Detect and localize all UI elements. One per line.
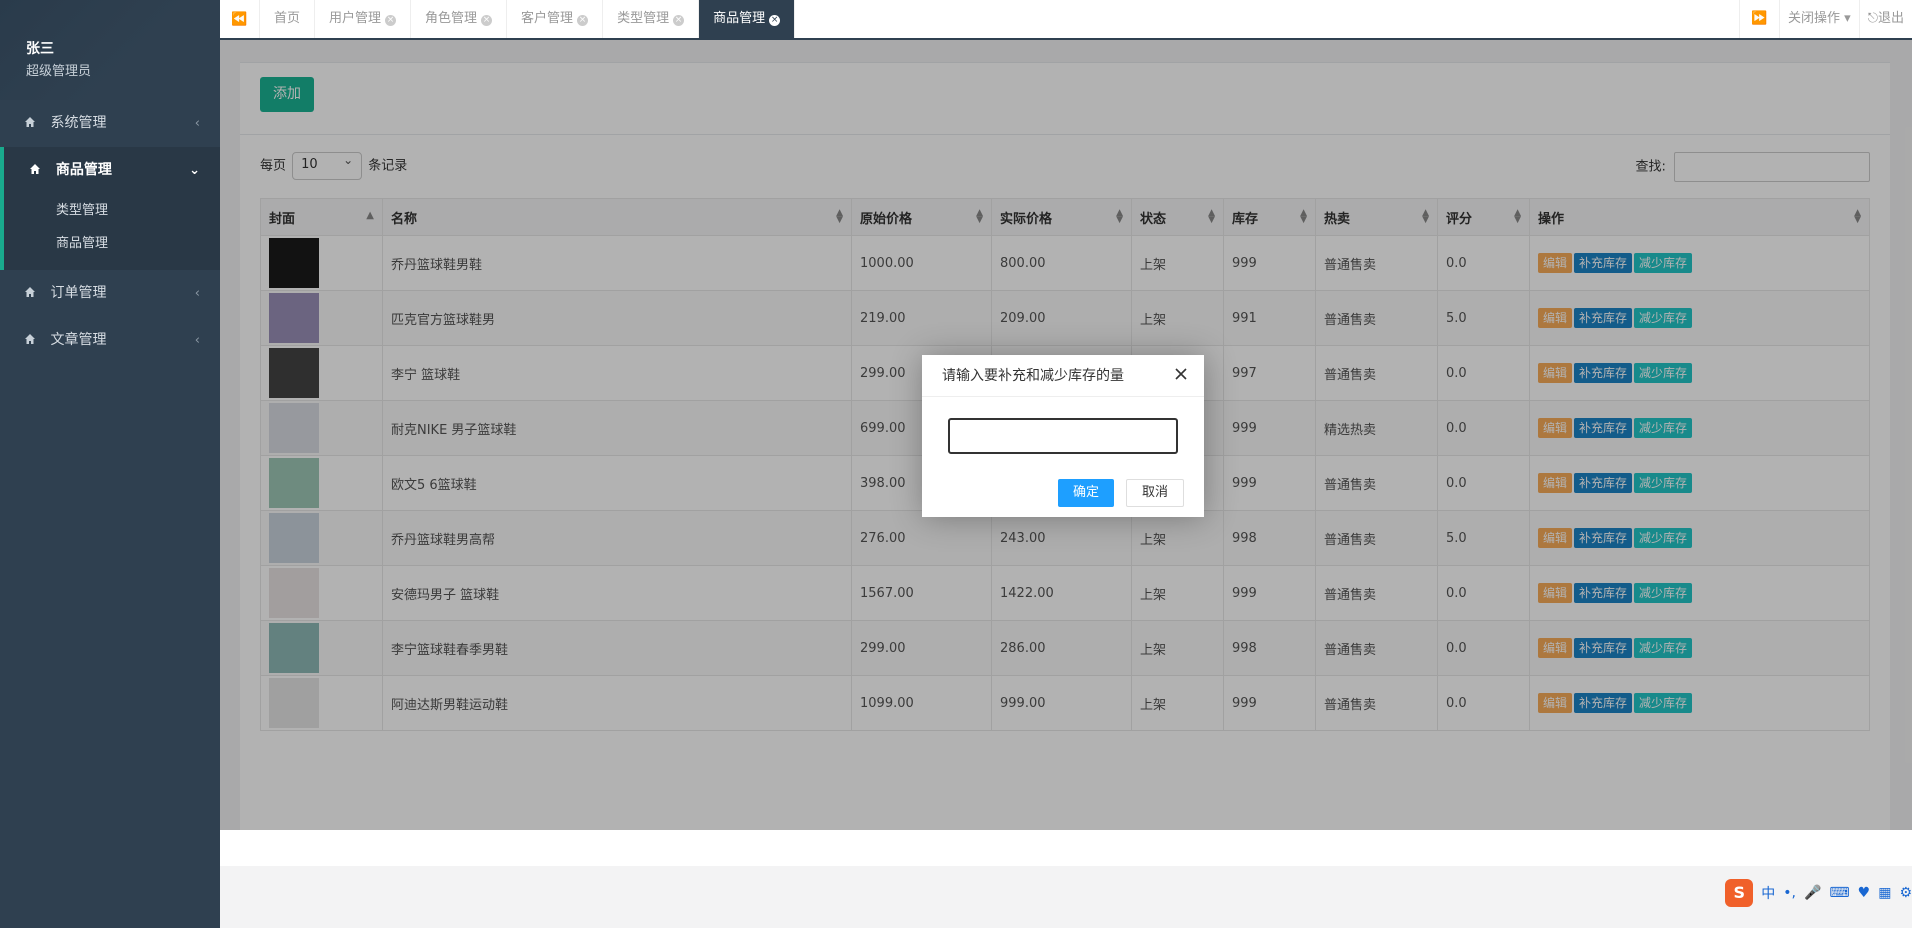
user-name: 张三: [26, 41, 54, 57]
sidebar-menu: 系统管理 ‹ 商品管理 ⌄ 类型管理 商品管理 订单管理 ‹ 文章管理 ‹: [0, 100, 220, 364]
sidebar-item-goods[interactable]: 商品管理 ⌄: [4, 147, 220, 194]
sidebar-subitem-goods[interactable]: 商品管理: [4, 227, 220, 260]
home-icon: [25, 334, 35, 344]
tab-type[interactable]: 类型管理 ×: [603, 0, 700, 38]
sidebar-item-label: 文章管理: [50, 332, 107, 348]
sidebar-group-article: 文章管理 ‹: [0, 317, 220, 364]
keyboard-icon[interactable]: ⌨: [1829, 885, 1849, 901]
sidebar-item-label: 商品管理: [55, 162, 112, 178]
sidebar-group-goods: 商品管理 ⌄ 类型管理 商品管理: [0, 147, 220, 270]
skin-icon[interactable]: ♥: [1858, 885, 1871, 901]
tab-role[interactable]: 角色管理 ×: [411, 0, 508, 38]
sidebar: 张三 超级管理员 系统管理 ‹ 商品管理 ⌄ 类型管理 商品管理 订单管理 ‹ …: [0, 0, 220, 928]
tab-label: 用户管理: [329, 11, 382, 26]
close-operations-label: 关闭操作: [1788, 11, 1841, 26]
chevron-down-icon: ⌄: [189, 163, 200, 178]
tab-scroll-left-button[interactable]: ⏪: [220, 0, 260, 38]
dialog-title: 请输入要补充和减少库存的量: [922, 355, 1204, 397]
logout-label: 退出: [1877, 11, 1904, 26]
stock-dialog: 请输入要补充和减少库存的量 确定 取消: [922, 355, 1204, 517]
tab-user[interactable]: 用户管理 ×: [315, 0, 412, 38]
user-role: 超级管理员: [26, 64, 92, 79]
chevron-left-icon: ‹: [194, 116, 200, 131]
toolbox-icon[interactable]: ▦: [1878, 885, 1891, 901]
stock-quantity-input[interactable]: [948, 418, 1178, 454]
tab-label: 商品管理: [713, 11, 766, 26]
tab-scroll-right-button[interactable]: ⏩: [1739, 0, 1779, 38]
home-icon: [25, 287, 35, 297]
ime-toolbar: S 中 •, 🎤 ⌨ ♥ ▦ ⚙: [1719, 876, 1912, 910]
close-icon[interactable]: [1174, 367, 1188, 381]
close-icon[interactable]: ×: [673, 15, 685, 26]
caret-down-icon: ▾: [1844, 11, 1851, 26]
sidebar-item-label: 系统管理: [50, 115, 107, 131]
user-profile[interactable]: 张三 超级管理员: [0, 0, 220, 100]
tab-label: 客户管理: [521, 11, 574, 26]
close-icon[interactable]: ×: [385, 15, 397, 26]
tab-label: 类型管理: [617, 11, 670, 26]
sidebar-item-label: 订单管理: [50, 285, 107, 301]
close-icon[interactable]: ×: [769, 15, 781, 26]
tab-label: 角色管理: [425, 11, 478, 26]
tab-label: 首页: [274, 11, 301, 26]
footer-strip: [220, 830, 1912, 866]
double-chevron-right-icon: ⏩: [1751, 11, 1768, 26]
double-chevron-left-icon: ⏪: [231, 11, 248, 27]
tab-customer[interactable]: 客户管理 ×: [507, 0, 604, 38]
microphone-icon[interactable]: 🎤: [1804, 885, 1821, 901]
logout-button[interactable]: ⎋退出: [1858, 0, 1912, 38]
close-operations-dropdown[interactable]: 关闭操作 ▾: [1779, 0, 1859, 38]
chevron-left-icon: ‹: [194, 333, 200, 348]
sidebar-subitem-type[interactable]: 类型管理: [4, 194, 220, 227]
sogou-logo-icon[interactable]: S: [1725, 879, 1754, 907]
chevron-left-icon: ‹: [194, 286, 200, 301]
sidebar-item-system[interactable]: 系统管理 ‹: [0, 100, 220, 147]
more-icon[interactable]: ⚙: [1899, 885, 1912, 901]
tab-right-controls: ⏩ 关闭操作 ▾ ⎋退出: [1739, 0, 1912, 38]
sidebar-item-article[interactable]: 文章管理 ‹: [0, 317, 220, 364]
ime-mode-indicator[interactable]: 中: [1761, 883, 1775, 903]
sign-out-icon: ⎋: [1867, 11, 1878, 26]
sidebar-group-system: 系统管理 ‹: [0, 100, 220, 147]
home-icon: [30, 164, 40, 174]
cancel-button[interactable]: 取消: [1126, 479, 1185, 507]
home-icon: [25, 117, 35, 127]
tab-list: 首页 用户管理 × 角色管理 × 客户管理 × 类型管理 × 商品管理 ×: [260, 0, 796, 38]
tab-home[interactable]: 首页: [260, 0, 316, 38]
sidebar-item-order[interactable]: 订单管理 ‹: [0, 270, 220, 317]
tab-goods[interactable]: 商品管理 ×: [699, 0, 796, 38]
confirm-button[interactable]: 确定: [1058, 479, 1115, 507]
close-icon[interactable]: ×: [481, 15, 493, 26]
sidebar-submenu: 类型管理 商品管理: [4, 194, 220, 270]
sidebar-group-order: 订单管理 ‹: [0, 270, 220, 317]
tab-bar: ⏪ 首页 用户管理 × 角色管理 × 客户管理 × 类型管理 × 商品管理 × ⏩ 关闭操…: [220, 0, 1912, 40]
close-icon[interactable]: ×: [577, 15, 589, 26]
punctuation-icon[interactable]: •,: [1783, 885, 1796, 901]
